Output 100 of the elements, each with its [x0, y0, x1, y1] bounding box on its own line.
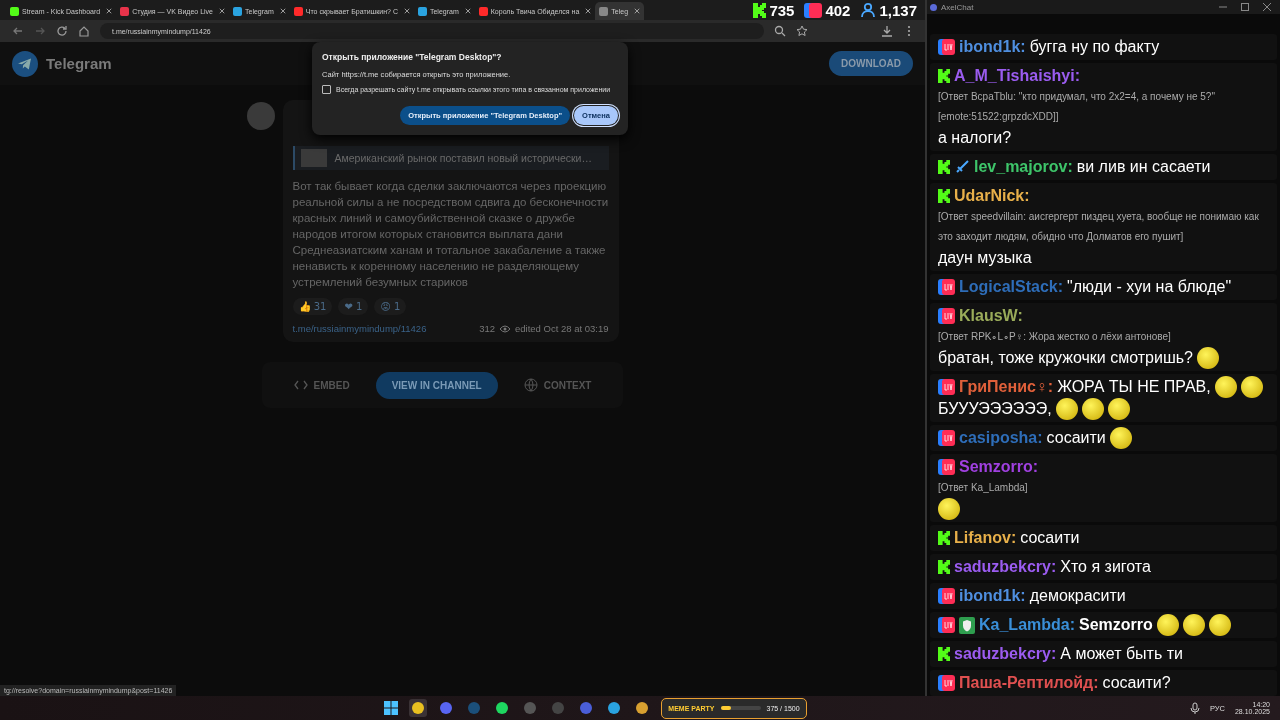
tab-favicon-icon — [233, 6, 242, 16]
chat-text: сосаити — [1046, 429, 1106, 447]
chat-username[interactable]: UdarNick: — [954, 187, 1030, 205]
chat-username[interactable]: ibond1k: — [959, 587, 1026, 605]
chat-text: сосаити? — [1102, 674, 1171, 692]
emote-icon — [1214, 376, 1237, 398]
user-icon — [860, 2, 877, 18]
checkbox[interactable] — [322, 85, 331, 94]
chat-text: братан, тоже кружочки смотришь? — [938, 349, 1193, 367]
kick-logo-icon — [938, 647, 950, 661]
tab-favicon-icon — [10, 6, 19, 16]
live-badge-icon — [938, 675, 955, 691]
viewer-count: 735 — [769, 1, 795, 19]
close-icon[interactable] — [403, 8, 410, 14]
chat-text: ЖОРА ТЫ НЕ ПРАВ, — [1057, 378, 1211, 396]
emote-icon — [1208, 614, 1231, 636]
emote-icon — [1081, 398, 1104, 420]
chat-text: сосаити — [1020, 529, 1080, 547]
close-icon[interactable] — [106, 8, 113, 14]
star-icon[interactable] — [796, 25, 808, 37]
chat-text: демокрасити — [1029, 587, 1126, 605]
emote-icon — [1182, 614, 1205, 636]
kick-logo-icon — [938, 189, 950, 203]
close-icon[interactable] — [634, 8, 641, 14]
chat-username[interactable]: LogicalStack: — [959, 278, 1064, 296]
microphone-icon[interactable] — [1189, 702, 1200, 714]
zoom-icon[interactable] — [774, 25, 786, 37]
chat-text: "люди - хуи на блюде" — [1067, 278, 1232, 296]
edited-time: edited Oct 28 at 03:19 — [515, 323, 609, 334]
shield-icon — [959, 616, 975, 634]
close-icon[interactable] — [464, 8, 471, 14]
chat-username[interactable]: saduzbekcry: — [954, 558, 1057, 576]
chat-text: даун музыка — [938, 249, 1032, 267]
emote-icon — [1055, 398, 1078, 420]
reply-quote: [Ответ Ka_Lambda] — [938, 481, 1029, 495]
live-badge-icon — [938, 39, 955, 55]
taskbar-app-icon[interactable] — [409, 699, 428, 717]
post-text: Вот так бывает когда сделки заключаются через проекцию реальной силы а не посредством сдвига до бесконечности красных линий и самоубийственной сказке о дружбе народов итогом которых становится выплата дани Среднеазиатским ханам и тотальное закабаление а также ненависть к коренному населению не разделяющему устремлений безумных стариков — [292, 179, 609, 290]
app-icon — [930, 3, 937, 11]
start-icon[interactable] — [383, 700, 400, 716]
emote-icon — [1107, 398, 1130, 420]
action-button[interactable]: VIEW IN CHANNEL — [375, 371, 498, 399]
chat-username[interactable]: Паша-Рептилойд: — [959, 674, 1099, 692]
kick-logo-icon — [753, 2, 767, 18]
chat-text: Хто я зигота — [1060, 558, 1151, 576]
kick-logo-icon — [938, 531, 950, 545]
chat-username[interactable]: Ka_Lambda: — [979, 616, 1076, 634]
emote-icon — [938, 498, 960, 520]
chat-text: БУУУЭЭЭЭЭЭ, — [938, 400, 1052, 418]
tab-favicon-icon — [293, 6, 303, 16]
reload-icon[interactable] — [56, 25, 68, 37]
chat-username[interactable]: ГриПенис♀: — [959, 378, 1054, 396]
globe-icon — [523, 378, 538, 392]
live-badge-icon — [938, 379, 955, 395]
chat-username[interactable]: Semzorro: — [959, 458, 1039, 476]
chat-mention: Semzorro — [1079, 616, 1153, 634]
chat-username[interactable]: casiposha: — [959, 429, 1043, 447]
chat-username[interactable]: saduzbekcry: — [954, 645, 1057, 663]
live-badge-icon — [938, 588, 955, 604]
tab-favicon-icon — [120, 6, 130, 16]
maximize-icon[interactable] — [1240, 2, 1250, 12]
close-icon[interactable] — [1262, 2, 1272, 12]
reaction-chip[interactable]: 👍 31 — [292, 298, 333, 315]
emote-icon — [1196, 347, 1219, 369]
tab-favicon-icon — [417, 6, 427, 16]
chat-username[interactable]: A_M_Tishaishyi: — [954, 67, 1080, 85]
close-icon[interactable] — [219, 8, 225, 14]
kick-logo-icon — [938, 69, 950, 83]
viewer-count: 1,137 — [879, 1, 917, 19]
emote-icon — [1109, 427, 1132, 449]
chat-username[interactable]: ibond1k: — [959, 38, 1026, 56]
telegram-logo-icon — [12, 50, 38, 77]
telegram-brand: Telegram — [46, 55, 112, 72]
live-badge-icon — [938, 430, 955, 446]
reply-quote: [Ответ BcpaTblu: "кто придумал, что 2x2=4, а почему не 5?" [emote:51522:grpzdcXDD]] — [938, 90, 1216, 124]
home-icon[interactable] — [78, 25, 90, 37]
chat-username[interactable]: lev_majorov: — [974, 158, 1073, 176]
chat-text: а налоги? — [938, 129, 1012, 147]
live-badge-icon — [938, 279, 955, 295]
channel-avatar — [246, 102, 275, 130]
reply-quote: [Ответ RPK∘L∘P♀: Жора жестко о лёхи антонове] — [938, 330, 1172, 344]
back-icon[interactable] — [12, 25, 24, 37]
chat-text: бугга ну по факту — [1029, 38, 1160, 56]
live-badge-icon — [804, 2, 823, 18]
viewer-count: 402 — [825, 1, 851, 19]
close-icon[interactable] — [279, 8, 286, 14]
kick-logo-icon — [938, 560, 950, 574]
emote-icon — [1240, 376, 1263, 398]
live-badge-icon — [938, 617, 955, 633]
emote-icon — [1156, 614, 1179, 636]
close-icon[interactable] — [585, 8, 592, 14]
download-icon[interactable] — [881, 25, 893, 37]
dialog-title: Открыть приложение "Telegram Desktop"? — [322, 52, 503, 62]
kick-logo-icon — [938, 160, 950, 174]
live-badge-icon — [938, 308, 955, 324]
chat-text: ви лив ин сасаети — [1076, 158, 1211, 176]
chat-text: А может быть ти — [1060, 645, 1183, 663]
tab-favicon-icon — [599, 6, 609, 16]
chat-username[interactable]: KlausW: — [959, 307, 1023, 325]
chat-username[interactable]: Lifanov: — [954, 529, 1017, 547]
